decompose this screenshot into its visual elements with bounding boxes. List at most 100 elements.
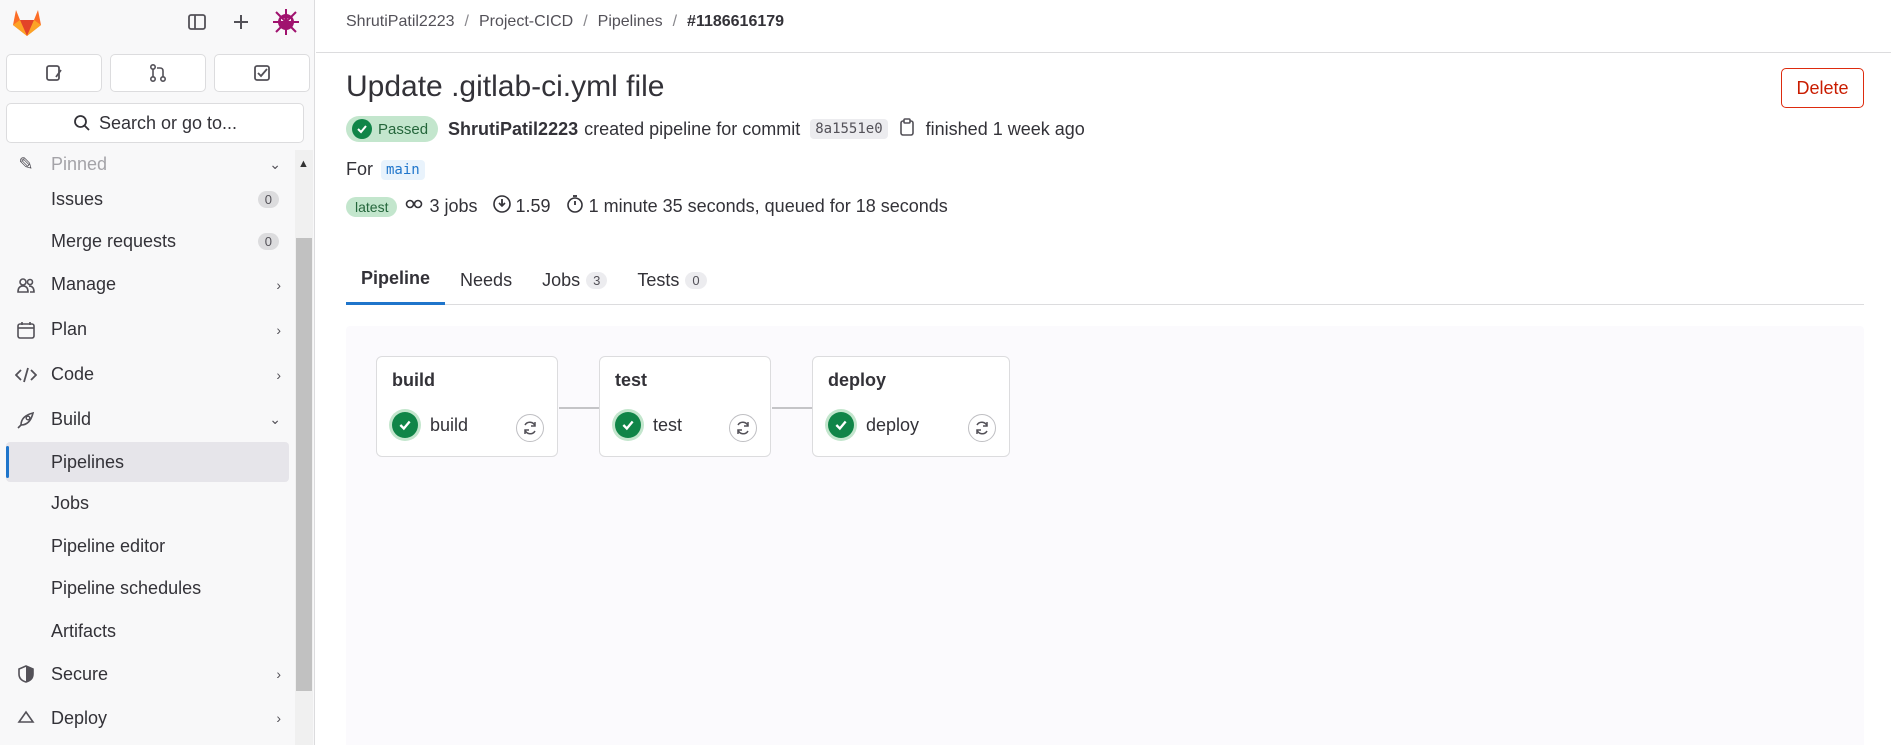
sidebar-item-merge-requests[interactable]: Merge requests 0 — [0, 220, 295, 262]
retry-icon[interactable] — [968, 414, 996, 442]
pipeline-icon — [405, 196, 425, 217]
breadcrumb-item-user[interactable]: ShrutiPatil2223 — [346, 13, 455, 31]
calendar-icon — [15, 319, 37, 341]
deploy-icon — [15, 707, 37, 729]
page-title: Update .gitlab-ci.yml file — [346, 70, 665, 103]
breadcrumb-item-pipeline-id[interactable]: #1186616179 — [687, 13, 784, 31]
sidebar-item-artifacts[interactable]: Artifacts — [0, 610, 295, 652]
gitlab-logo-icon[interactable] — [10, 6, 44, 38]
sidebar-item-pinned[interactable]: ✎ Pinned ⌄ — [0, 150, 295, 178]
chevron-up-icon: ⌄ — [269, 155, 281, 172]
chevron-down-icon: ⌄ — [269, 411, 281, 427]
job-name: deploy — [866, 414, 920, 435]
sidebar-top — [0, 0, 314, 45]
chevron-right-icon: › — [276, 710, 281, 726]
pipeline-header-meta: Passed ShrutiPatil2223 created pipeline … — [346, 116, 1085, 142]
stage-title: deploy — [828, 370, 887, 390]
branch-link[interactable]: main — [381, 159, 425, 180]
merge-request-icon — [149, 63, 167, 83]
coverage-value: 1.59 — [515, 196, 551, 216]
chevron-right-icon: › — [276, 366, 281, 383]
assigned-issues-button[interactable] — [6, 54, 102, 92]
sidebar-item-issues[interactable]: Issues 0 — [0, 178, 295, 220]
sidebar-item-pipeline-schedules[interactable]: Pipeline schedules — [0, 567, 295, 610]
stage-connector — [772, 407, 813, 409]
pin-icon: ✎ — [18, 153, 34, 174]
search-button[interactable]: Search or go to... — [6, 103, 304, 143]
pipeline-tabs: Pipeline Needs Jobs 3 Tests 0 — [346, 255, 1864, 305]
jobs-tab-count: 3 — [586, 271, 608, 289]
success-status-icon — [828, 412, 854, 438]
pipeline-stats: latest 3 jobs 1.59 1 minute 35 seconds, … — [346, 194, 948, 219]
stage-test: test test — [599, 356, 771, 457]
status-badge[interactable]: Passed — [346, 116, 439, 142]
retry-icon[interactable] — [516, 414, 544, 442]
delete-button[interactable]: Delete — [1781, 68, 1864, 108]
tab-needs[interactable]: Needs — [445, 255, 527, 305]
breadcrumb-separator: / — [583, 13, 588, 30]
merge-requests-button[interactable] — [110, 54, 206, 92]
tab-jobs[interactable]: Jobs 3 — [527, 255, 622, 305]
sidebar-item-jobs[interactable]: Jobs — [0, 482, 295, 525]
scroll-up-arrow-icon[interactable]: ▲ — [298, 158, 309, 170]
chevron-right-icon: › — [276, 321, 281, 338]
sidebar-item-build[interactable]: Build ⌄ — [0, 397, 295, 442]
job-test[interactable]: test — [615, 412, 682, 438]
coverage-icon — [492, 194, 512, 219]
create-new-icon[interactable] — [227, 6, 255, 38]
breadcrumb-separator: / — [464, 13, 469, 30]
toggle-sidebar-icon[interactable] — [183, 6, 211, 38]
author-link[interactable]: ShrutiPatil2223 — [448, 119, 578, 140]
check-circle-icon — [352, 119, 372, 139]
tab-pipeline[interactable]: Pipeline — [346, 255, 446, 305]
job-deploy[interactable]: deploy — [828, 412, 919, 438]
issues-icon — [46, 65, 62, 81]
users-icon — [15, 274, 37, 296]
stage-connector — [559, 407, 600, 409]
created-text: created pipeline for commit — [584, 118, 801, 139]
finished-text: finished 1 week ago — [925, 118, 1085, 139]
job-name: test — [653, 414, 683, 435]
breadcrumb: ShrutiPatil2223 / Project-CICD / Pipelin… — [346, 13, 784, 31]
commit-sha[interactable]: 8a1551e0 — [810, 119, 888, 139]
chevron-right-icon: › — [276, 276, 281, 293]
merge-requests-count-badge: 0 — [257, 232, 279, 250]
chevron-right-icon: › — [276, 666, 281, 682]
stage-title: test — [615, 370, 648, 390]
top-bar: ShrutiPatil2223 / Project-CICD / Pipelin… — [316, 0, 1891, 53]
code-icon — [15, 364, 37, 386]
search-icon — [74, 115, 90, 131]
avatar[interactable] — [271, 7, 301, 37]
job-build[interactable]: build — [392, 412, 468, 438]
sidebar-item-secure[interactable]: Secure › — [0, 652, 295, 696]
sidebar-scrollbar-thumb[interactable] — [296, 238, 312, 691]
sidebar-nav: ✎ Pinned ⌄ Issues 0 Merge requests 0 Man… — [0, 150, 295, 740]
sidebar-item-deploy[interactable]: Deploy › — [0, 696, 295, 740]
pipeline-graph: build build test test deploy deploy — [346, 326, 1864, 745]
pipeline-ref: For main — [346, 159, 425, 180]
job-name: build — [430, 414, 469, 435]
sidebar-item-pipelines[interactable]: Pipelines — [6, 442, 289, 482]
sidebar-item-manage[interactable]: Manage › — [0, 262, 295, 307]
status-label: Passed — [378, 120, 429, 138]
sidebar: Search or go to... ✎ Pinned ⌄ Issues 0 M… — [0, 0, 315, 745]
latest-badge: latest — [346, 196, 398, 217]
tab-tests[interactable]: Tests 0 — [622, 255, 721, 305]
stage-title: build — [392, 370, 435, 390]
sidebar-item-code[interactable]: Code › — [0, 352, 295, 397]
sidebar-item-pipeline-editor[interactable]: Pipeline editor — [0, 525, 295, 567]
todo-list-button[interactable] — [214, 54, 310, 92]
stage-build: build build — [376, 356, 558, 457]
copy-icon[interactable] — [898, 117, 916, 142]
success-status-icon — [615, 412, 641, 438]
sidebar-item-plan[interactable]: Plan › — [0, 307, 295, 352]
jobs-count: 3 jobs — [429, 196, 478, 216]
main-content: ShrutiPatil2223 / Project-CICD / Pipelin… — [316, 0, 1891, 745]
duration-text: 1 minute 35 seconds, queued for 18 secon… — [588, 196, 948, 216]
breadcrumb-item-pipelines[interactable]: Pipelines — [598, 13, 663, 31]
breadcrumb-item-project[interactable]: Project-CICD — [479, 13, 573, 31]
shield-icon — [15, 663, 37, 685]
retry-icon[interactable] — [729, 414, 757, 442]
sidebar-shortcuts — [6, 54, 310, 92]
todo-icon — [254, 65, 270, 81]
